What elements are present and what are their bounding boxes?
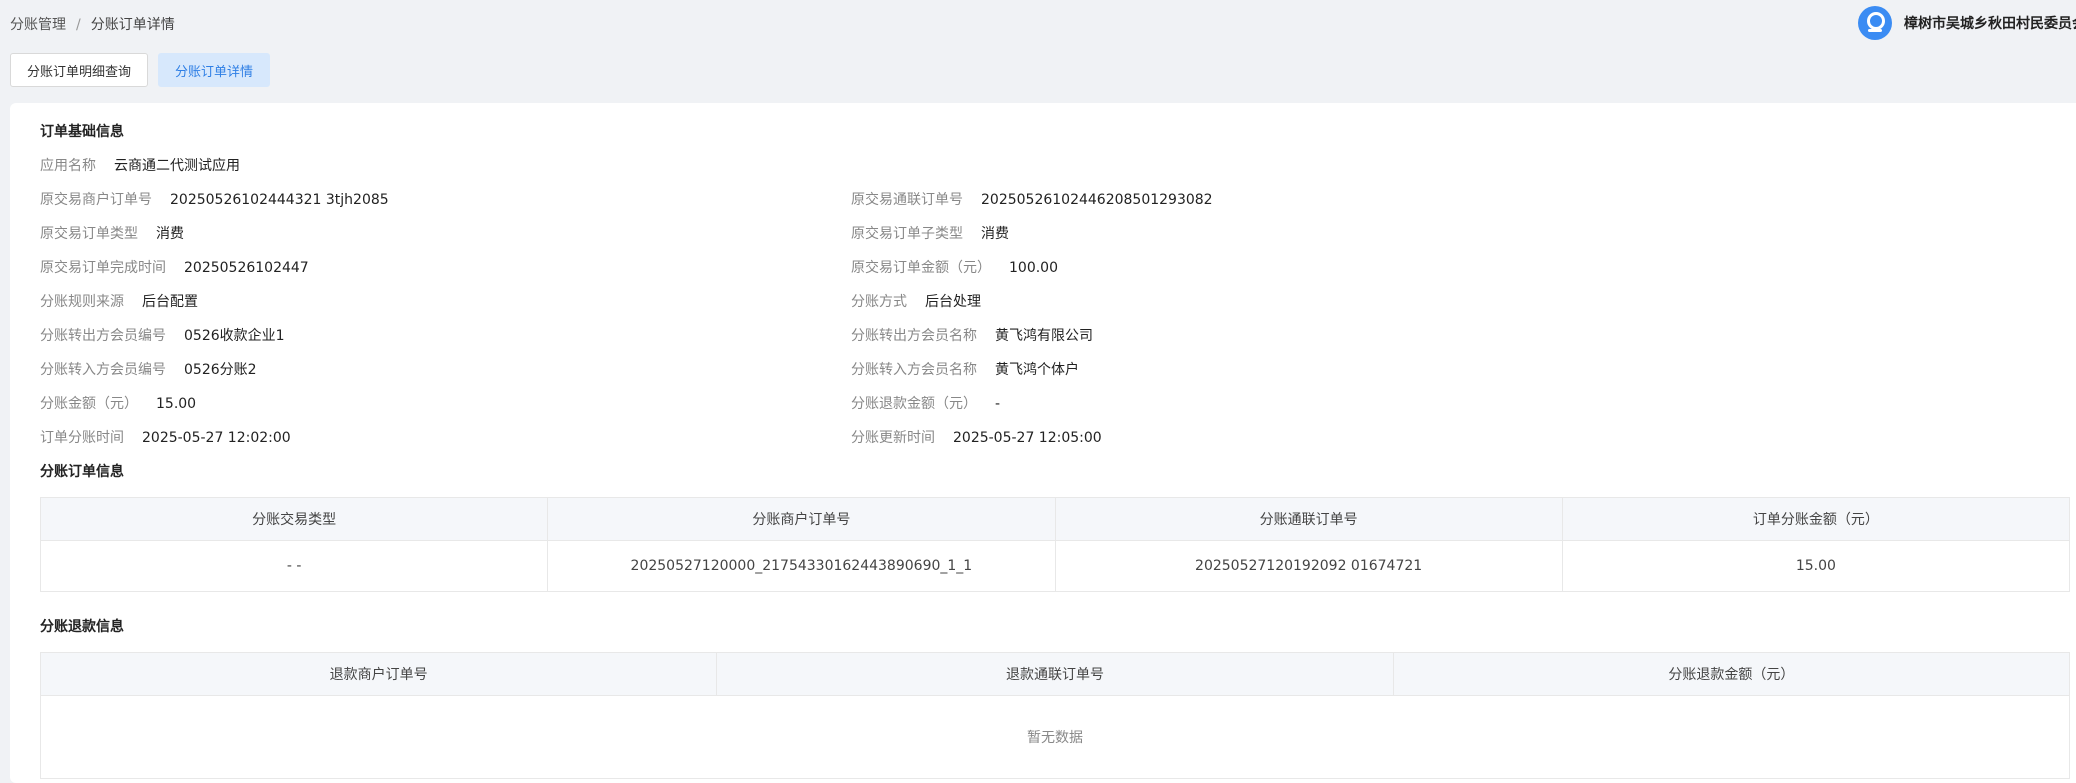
- field-value: 0526收款企业1: [184, 328, 285, 344]
- field-payee-member-name: 分账转入方会员名称 黄飞鸿个体户: [851, 359, 1079, 379]
- split-order-title: 分账订单信息: [40, 464, 124, 480]
- column-header: 退款商户订单号: [39, 652, 718, 696]
- user-name[interactable]: 樟树市吴城乡秋田村民委员会: [1904, 13, 2076, 33]
- field-split-method: 分账方式 后台处理: [851, 291, 981, 311]
- column-header: 分账交易类型: [39, 497, 549, 541]
- field-orig-merchant-order-no: 原交易商户订单号 20250526102444321 3tjh2085: [40, 189, 389, 209]
- field-value: 后台处理: [925, 294, 981, 310]
- user-avatar-icon[interactable]: [1858, 6, 1892, 40]
- field-label: 订单分账时间: [40, 430, 124, 446]
- field-app-name: 应用名称 云商通二代测试应用: [40, 155, 240, 175]
- field-label: 分账更新时间: [851, 430, 935, 446]
- table-cell: - -: [39, 540, 549, 592]
- field-update-time: 分账更新时间 2025-05-27 12:05:00: [851, 427, 1102, 447]
- column-header: 分账通联订单号: [1054, 497, 1563, 541]
- field-label: 分账退款金额（元）: [851, 396, 977, 412]
- field-split-amount: 分账金额（元） 15.00: [40, 393, 196, 413]
- refund-table: 退款商户订单号 退款通联订单号 分账退款金额（元） 暂无数据: [39, 652, 2071, 779]
- column-header: 分账商户订单号: [547, 497, 1056, 541]
- field-orig-order-type: 原交易订单类型 消费: [40, 223, 184, 243]
- table-header-row: 分账交易类型 分账商户订单号 分账通联订单号 订单分账金额（元）: [39, 497, 2071, 541]
- column-header: 订单分账金额（元）: [1561, 497, 2071, 541]
- field-value: 黄飞鸿个体户: [995, 362, 1079, 378]
- field-label: 分账转出方会员名称: [851, 328, 977, 344]
- field-value: 0526分账2: [184, 362, 257, 378]
- field-label: 原交易商户订单号: [40, 192, 152, 208]
- detail-card: 订单基础信息 应用名称 云商通二代测试应用 原交易商户订单号 20250526102…: [10, 103, 2076, 783]
- field-label: 分账转出方会员编号: [40, 328, 166, 344]
- field-rule-source: 分账规则来源 后台配置: [40, 291, 198, 311]
- field-label: 原交易订单金额（元）: [851, 260, 991, 276]
- field-value: 2025-05-27 12:05:00: [953, 430, 1102, 446]
- refund-info-title: 分账退款信息: [40, 619, 124, 635]
- field-value: 后台配置: [142, 294, 198, 310]
- table-cell: 20250527120000_21754330162443890690_1_1: [547, 540, 1056, 592]
- table-row: - - 20250527120000_21754330162443890690_…: [39, 540, 2071, 592]
- breadcrumb-current: 分账订单详情: [90, 17, 175, 33]
- field-value: 云商通二代测试应用: [114, 158, 240, 174]
- top-header: 分账管理 / 分账订单详情 樟树市吴城乡秋田村民委员会: [0, 0, 2076, 48]
- field-value: 20250526102447: [184, 260, 309, 276]
- field-label: 分账金额（元）: [40, 396, 138, 412]
- field-orig-order-amount: 原交易订单金额（元） 100.00: [851, 257, 1058, 277]
- field-orig-allinpay-order-no: 原交易通联订单号 20250526102446208501293082: [851, 189, 1213, 209]
- column-header: 退款通联订单号: [716, 652, 1394, 696]
- field-label: 原交易订单子类型: [851, 226, 963, 242]
- field-label: 分账方式: [851, 294, 907, 310]
- field-split-time: 订单分账时间 2025-05-27 12:02:00: [40, 427, 291, 447]
- field-value: 消费: [981, 226, 1009, 242]
- field-value: 2025-05-27 12:02:00: [142, 430, 291, 446]
- field-orig-complete-time: 原交易订单完成时间 20250526102447: [40, 257, 309, 277]
- field-label: 分账转入方会员编号: [40, 362, 166, 378]
- empty-placeholder: 暂无数据: [40, 695, 2070, 779]
- tab-split-order-query[interactable]: 分账订单明细查询: [10, 53, 149, 87]
- field-value: 20250526102446208501293082: [981, 192, 1213, 208]
- field-refund-amount: 分账退款金额（元） -: [851, 393, 1000, 413]
- field-label: 原交易订单完成时间: [40, 260, 166, 276]
- field-label: 分账转入方会员名称: [851, 362, 977, 378]
- field-payer-member-no: 分账转出方会员编号 0526收款企业1: [40, 325, 285, 345]
- breadcrumb-separator: /: [76, 17, 81, 33]
- table-cell: 20250527120192092 01674721: [1054, 540, 1563, 592]
- field-label: 分账规则来源: [40, 294, 124, 310]
- field-value: 黄飞鸿有限公司: [995, 328, 1093, 344]
- split-order-table: 分账交易类型 分账商户订单号 分账通联订单号 订单分账金额（元） - - 202…: [39, 497, 2071, 592]
- tab-bar: 分账订单明细查询 分账订单详情: [10, 53, 280, 87]
- field-value: 15.00: [156, 396, 197, 412]
- basic-info-title: 订单基础信息: [40, 124, 124, 140]
- field-label: 原交易通联订单号: [851, 192, 963, 208]
- column-header: 分账退款金额（元）: [1392, 652, 2071, 696]
- user-menu[interactable]: 樟树市吴城乡秋田村民委员会: [1858, 6, 2076, 40]
- field-payee-member-no: 分账转入方会员编号 0526分账2: [40, 359, 257, 379]
- table-cell: 15.00: [1561, 540, 2071, 592]
- breadcrumb: 分账管理 / 分账订单详情: [10, 14, 175, 34]
- field-payer-member-name: 分账转出方会员名称 黄飞鸿有限公司: [851, 325, 1093, 345]
- field-label: 原交易订单类型: [40, 226, 138, 242]
- empty-row: 暂无数据: [40, 695, 2070, 779]
- field-value: 100.00: [1009, 260, 1058, 276]
- table-header-row: 退款商户订单号 退款通联订单号 分账退款金额（元）: [39, 652, 2071, 696]
- field-value: 消费: [156, 226, 184, 242]
- field-label: 应用名称: [40, 158, 96, 174]
- field-orig-order-subtype: 原交易订单子类型 消费: [851, 223, 1009, 243]
- breadcrumb-root[interactable]: 分账管理: [10, 17, 66, 33]
- field-value: -: [995, 396, 1001, 412]
- tab-split-order-detail[interactable]: 分账订单详情: [158, 53, 271, 87]
- field-value: 20250526102444321 3tjh2085: [170, 192, 389, 208]
